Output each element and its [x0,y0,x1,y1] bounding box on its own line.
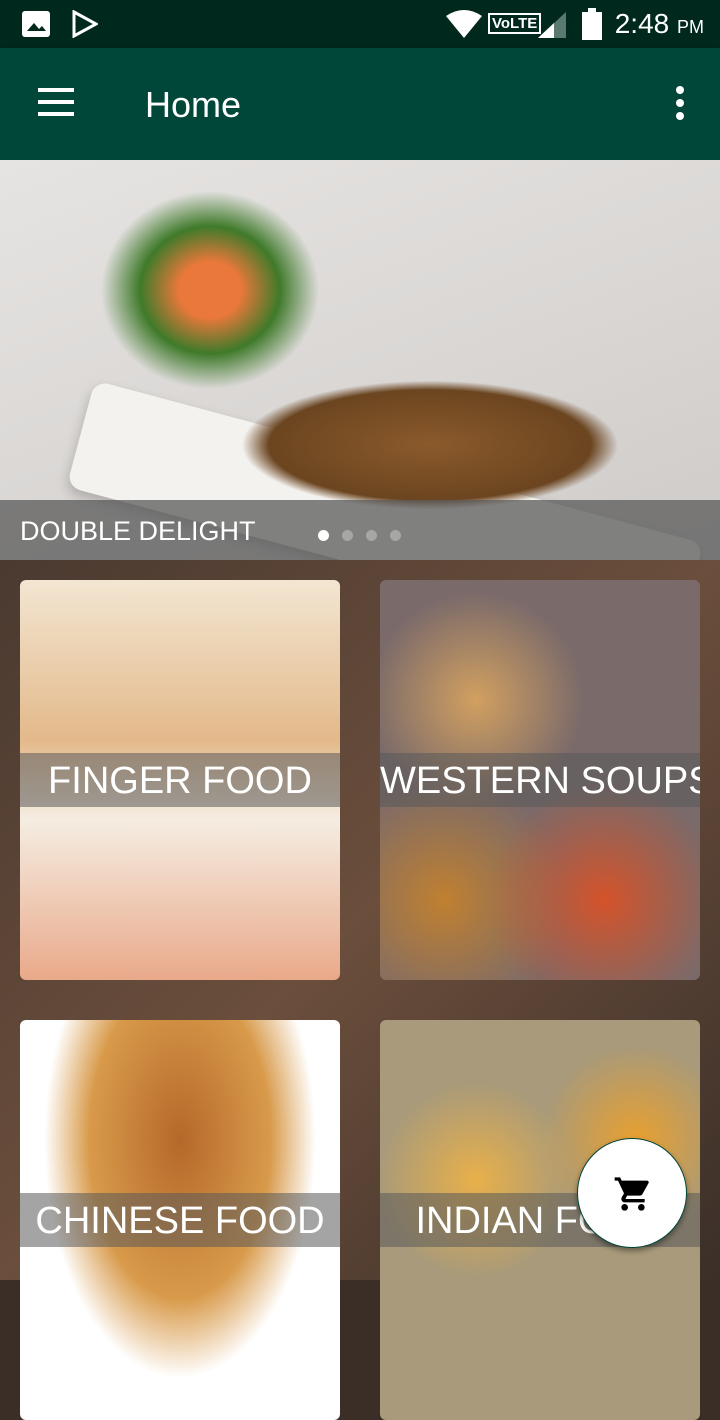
gallery-icon [22,11,50,37]
category-label: CHINESE FOOD [20,1193,340,1247]
dot[interactable] [366,530,377,541]
app-bar: Home [0,48,720,160]
banner-garnish [100,190,320,390]
carousel-indicator[interactable] [318,528,414,546]
battery-icon [582,8,602,40]
cart-icon [614,1177,649,1211]
menu-icon[interactable] [38,88,74,118]
banner-caption: DOUBLE DELIGHT [20,516,256,546]
category-card-western-soups[interactable]: WESTERN SOUPS [380,580,700,980]
more-options-icon[interactable] [676,86,684,125]
cart-button[interactable] [577,1138,687,1248]
page-title: Home [145,84,242,125]
play-store-icon [72,10,98,38]
volte-badge: VoLTE [488,13,542,34]
status-bar: VoLTE 2:48 PM [0,0,720,48]
dot[interactable] [390,530,401,541]
banner-caption-bar: DOUBLE DELIGHT [0,500,720,560]
dot[interactable] [342,530,353,541]
signal-icon [538,12,566,38]
category-card-chinese-food[interactable]: CHINESE FOOD [20,1020,340,1420]
dot[interactable] [318,530,329,541]
category-card-finger-food[interactable]: FINGER FOOD [20,580,340,980]
banner-carousel[interactable]: DOUBLE DELIGHT [0,160,720,650]
banner-food [240,380,620,510]
category-label: FINGER FOOD [20,753,340,807]
clock: 2:48 PM [614,8,704,39]
category-label: WESTERN SOUPS [380,753,700,807]
wifi-icon [446,10,482,38]
